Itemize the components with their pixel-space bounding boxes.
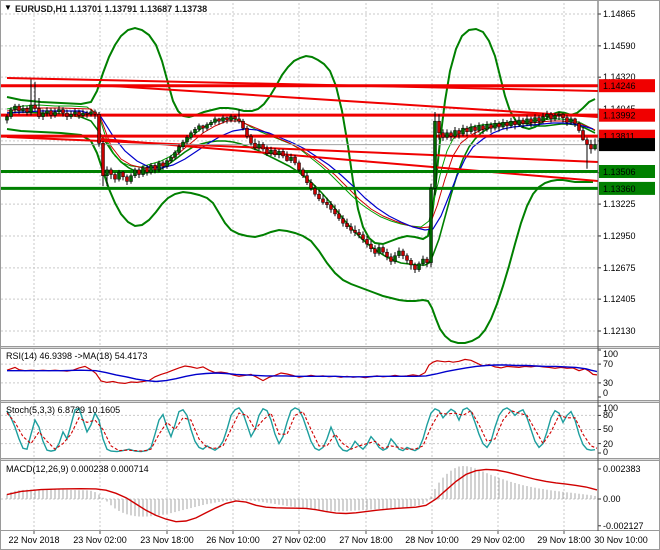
chart-window: 1.148651.145901.143201.140451.137701.134…	[0, 0, 660, 550]
svg-text:30: 30	[603, 378, 613, 388]
rsi-axis[interactable]: 10070 300	[598, 349, 618, 398]
chart-title-ohlc: EURUSD,H1 1.13701 1.13791 1.13687 1.1373…	[15, 4, 208, 14]
svg-text:1.14246: 1.14246	[603, 81, 636, 91]
rsi-lines	[6, 358, 598, 385]
time-axis-ticks	[33, 531, 565, 534]
price-tags: 1.142461.139921.138111.137381.135061.133…	[599, 79, 655, 195]
svg-text:0: 0	[603, 388, 608, 398]
stoch-indicator-label: Stoch(5,3,3) 6.8729 10.1605	[6, 405, 121, 415]
svg-text:1.12950: 1.12950	[603, 231, 636, 241]
svg-text:1.13738: 1.13738	[603, 140, 636, 150]
stoch-axis[interactable]: 1008050200	[598, 403, 618, 457]
svg-text:1.13225: 1.13225	[603, 199, 636, 209]
rsi-indicator-label: RSI(14) 46.9398 ->MA(18) 54.4173	[6, 351, 148, 361]
time-label: 23 Nov 02:00	[73, 535, 127, 545]
svg-text:1.13992: 1.13992	[603, 111, 636, 121]
time-label: 29 Nov 02:00	[471, 535, 525, 545]
svg-text:1.13506: 1.13506	[603, 167, 636, 177]
svg-text:1.14865: 1.14865	[603, 9, 636, 19]
bollinger-bands	[6, 26, 596, 344]
svg-text:1.12405: 1.12405	[603, 294, 636, 304]
time-label: 23 Nov 18:00	[140, 535, 194, 545]
svg-text:-0.002127: -0.002127	[603, 521, 644, 531]
macd-lines	[6, 466, 598, 523]
svg-text:1.12130: 1.12130	[603, 326, 636, 336]
svg-text:0.00: 0.00	[603, 494, 621, 504]
svg-text:80: 80	[603, 410, 613, 420]
macd-axis[interactable]: 0.002383 0.00 -0.002127	[598, 464, 644, 531]
svg-text:1.12675: 1.12675	[603, 263, 636, 273]
time-label: 30 Nov 10:00	[594, 535, 648, 545]
candles	[5, 79, 597, 274]
time-label: 28 Nov 10:00	[405, 535, 459, 545]
svg-text:100: 100	[603, 349, 618, 359]
time-label: 26 Nov 10:00	[206, 535, 260, 545]
time-label: 27 Nov 18:00	[339, 535, 393, 545]
svg-text:0: 0	[603, 447, 608, 457]
time-label: 29 Nov 18:00	[537, 535, 591, 545]
svg-text:50: 50	[603, 424, 613, 434]
svg-text:1.14590: 1.14590	[603, 41, 636, 51]
macd-indicator-label: MACD(12,26,9) 0.000238 0.000714	[6, 464, 149, 474]
time-label: 27 Nov 02:00	[272, 535, 326, 545]
svg-text:1.13360: 1.13360	[603, 184, 636, 194]
chart-dropdown-icon[interactable]: ▼	[4, 3, 12, 12]
time-label: 22 Nov 2018	[8, 535, 60, 545]
svg-text:0.002383: 0.002383	[603, 464, 641, 474]
svg-text:70: 70	[603, 359, 613, 369]
